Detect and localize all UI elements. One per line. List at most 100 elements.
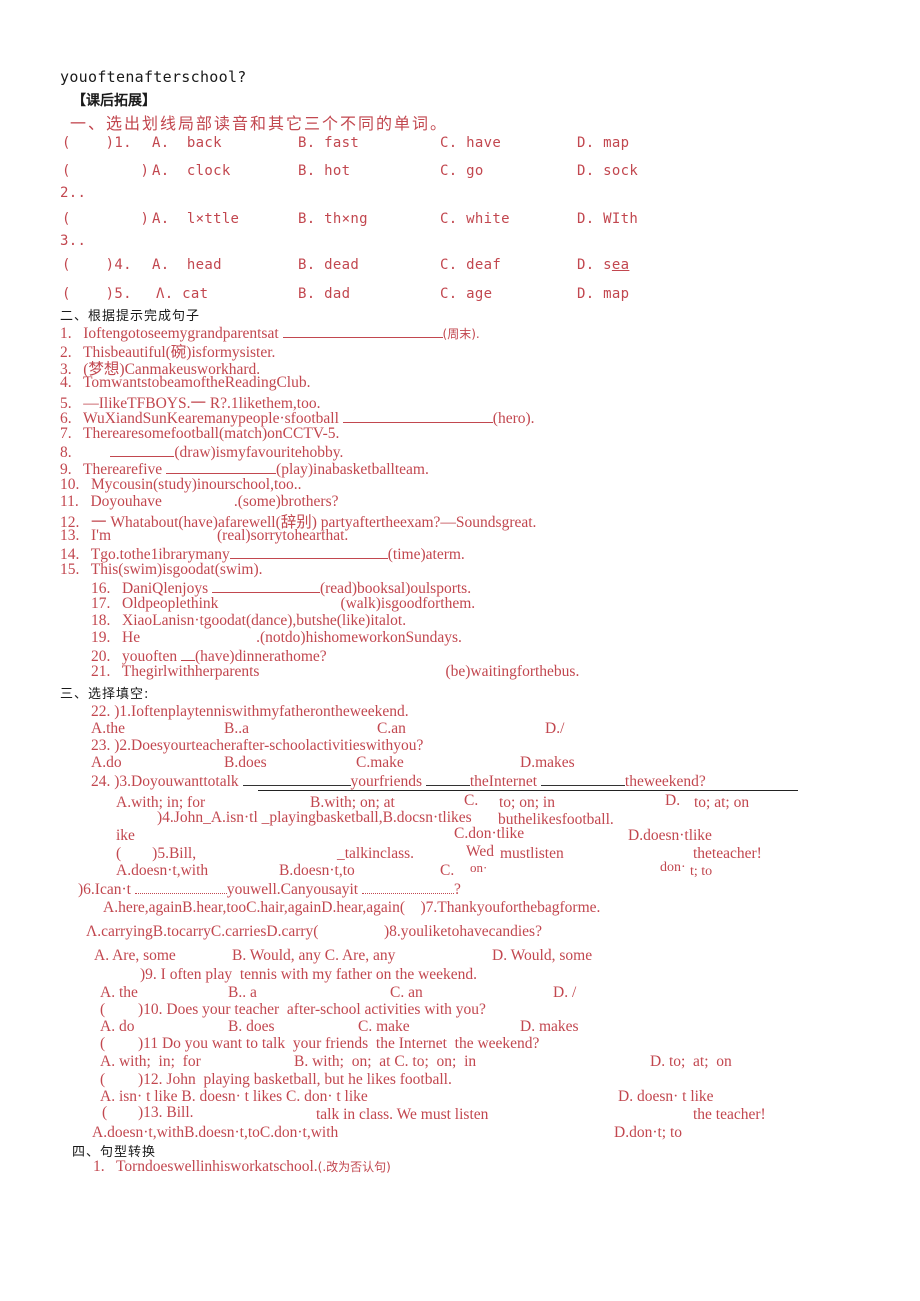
section-heading-extension: 【课后拓展】 [72,93,156,109]
mc-option-d[interactable]: D.makes [520,754,575,772]
mc-question-23: 23. )2.Doesyourteacherafter-schoolactivi… [91,737,424,754]
answer-blank[interactable] [342,408,493,423]
answer-blank[interactable] [242,771,351,786]
option-d: D. map [577,135,630,151]
item-number: 17. [91,595,111,612]
mc-option-b[interactable]: B..a [224,720,249,738]
mc-option-d[interactable]: D. / [553,984,576,1002]
answer-blank[interactable] [211,578,320,593]
option-b: B. th×ng [298,211,368,227]
mc-option-a[interactable]: A.doesn·t,with [116,862,208,880]
answer-paren[interactable]: ( ) [62,163,149,179]
mc-option-b[interactable]: B. does [228,1018,275,1036]
item-number: 4. [60,374,72,391]
underlined-letters: ea [611,257,630,273]
option-d: D. WIth [577,211,639,227]
answer-blank[interactable] [134,879,227,894]
option-d: D. map [577,286,630,302]
question-stem: 24. )3.Doyouwanttotalk [91,773,239,790]
mc-option-b-c[interactable]: B. with; on; at C. to; on; in [294,1053,476,1071]
item-number: 18. [91,612,111,629]
mc-option-b[interactable]: B.does [224,754,267,772]
mc-option-c[interactable]: C. [440,862,454,880]
mc-option-d[interactable]: D. Would, some [492,947,592,965]
mc-option-a[interactable]: A.do [91,754,122,772]
mc-question-13: )13. Bill. [138,1104,194,1121]
fill-item-21: 21. Thegirlwithherparents (be)waitingfort… [91,663,579,681]
answer-paren[interactable]: ( )1. [62,135,132,151]
fill-item-10: 10. Mycousin(study)inourschool,too.. [60,476,302,494]
question-part: the teacher! [693,1106,766,1123]
item-number: 11. [60,493,79,510]
mc-option-d-label[interactable]: D. [665,792,680,810]
mc-option-c[interactable]: to; on; in [499,794,555,812]
question-part: _talkinclass. [337,845,415,862]
mc-option-c-label[interactable]: C. [464,792,478,810]
question-part: mustlisten [500,845,564,862]
answer-blank[interactable] [362,879,454,894]
fill-item-15: 15. This(swim)isgoodat(swim). [60,561,263,579]
mc-question-9: )9. I often play tennis with my father o… [140,966,478,983]
mc-option-d[interactable]: to; at; on [694,794,749,812]
mc-option-a[interactable]: A. do [100,1018,134,1036]
mc-option-d[interactable]: D. doesn· t like [618,1088,714,1106]
answer-blank[interactable] [166,459,277,474]
question-part: Wed [466,843,495,860]
item-text: Thegirlwithherparents [121,663,260,680]
mc-option-c[interactable]: C.make [356,754,404,772]
fill-item-7: 7. Therearesomefootball(match)onCCTV-5. [60,425,339,443]
mc-question-22: 22. )1.Ioftenplaytenniswithmyfatheronthe… [91,703,409,720]
question-part: theweekend? [624,773,706,790]
question-number: 3.. [60,233,87,249]
mc-option-c[interactable]: C. an [390,984,423,1002]
answer-blank[interactable] [540,771,625,786]
mc-options-6-and-question-7[interactable]: A.here,againB.hear,tooC.hair,againD.hear… [103,899,600,917]
answer-paren[interactable]: ( )5. [62,286,132,302]
mc-option-b[interactable]: B.doesn·t,to [279,862,355,880]
question-number: 2.. [60,185,87,201]
mc-option-d[interactable]: D./ [545,720,564,738]
option-fragment: don· [660,860,686,875]
question-part: theteacher! [693,845,762,862]
mc-option-d[interactable]: D. to; at; on [650,1053,732,1071]
item-number: 19. [91,629,111,646]
answer-blank[interactable] [110,442,175,457]
answer-paren[interactable]: ( [100,1071,105,1089]
mc-options-7[interactable]: Λ.carryingB.tocarryC.carriesD.carry( [86,923,318,941]
answer-paren[interactable]: ( [102,1104,107,1122]
mc-option-d[interactable]: D. makes [520,1018,579,1036]
answer-paren[interactable]: ( )4. [62,257,132,273]
item-number: 21. [91,663,111,680]
mc-option-a[interactable]: A. with; in; for [100,1053,201,1071]
mc-question-24: 24. )3.Doyouwanttotalk yourfriends theIn… [91,771,706,791]
answer-blank[interactable] [425,771,470,786]
answer-blank[interactable] [180,646,195,661]
item-number: 15. [60,561,80,578]
item-number: 1. [93,1158,105,1175]
mc-option-a[interactable]: A.the [91,720,125,738]
option-c: C. have [440,135,502,151]
answer-paren[interactable]: ( ) [62,211,149,227]
mc-option-c[interactable]: C.an [377,720,406,738]
mc-option-d[interactable]: D.don·t; to [614,1124,682,1142]
option-b: B. fast [298,135,360,151]
mc-option-a[interactable]: A. Are, some [94,947,176,965]
mc-option-b[interactable]: B.. a [228,984,257,1002]
answer-blank[interactable] [282,323,443,338]
mc-option-c[interactable]: C. make [358,1018,410,1036]
option-a: A. back [152,135,222,151]
section3-title: 三、选择填空: [60,687,150,702]
answer-blank[interactable] [229,544,388,559]
fill-item-13: 13. I'm (real)sorrytohearthat. [60,527,348,545]
answer-paren[interactable]: ( [100,1001,105,1019]
mc-option-d[interactable]: D.doesn·tlike [628,827,712,845]
option-d-prefix: D. s [577,257,612,273]
option-fragment: on· [470,860,488,875]
mc-option-a[interactable]: A. the [100,984,138,1002]
mc-option-b-c[interactable]: B. Would, any C. Are, any [232,947,395,965]
mc-option-c[interactable]: C.don·tlike [454,825,524,843]
mc-question-10: )10. Does your teacher after-school acti… [138,1001,486,1018]
answer-paren[interactable]: ( [100,1035,105,1053]
mc-option-d[interactable]: t; to [690,864,712,880]
mc-option-a-b-c[interactable]: A.doesn·t,withB.doesn·t,toC.don·t,with [92,1124,338,1142]
